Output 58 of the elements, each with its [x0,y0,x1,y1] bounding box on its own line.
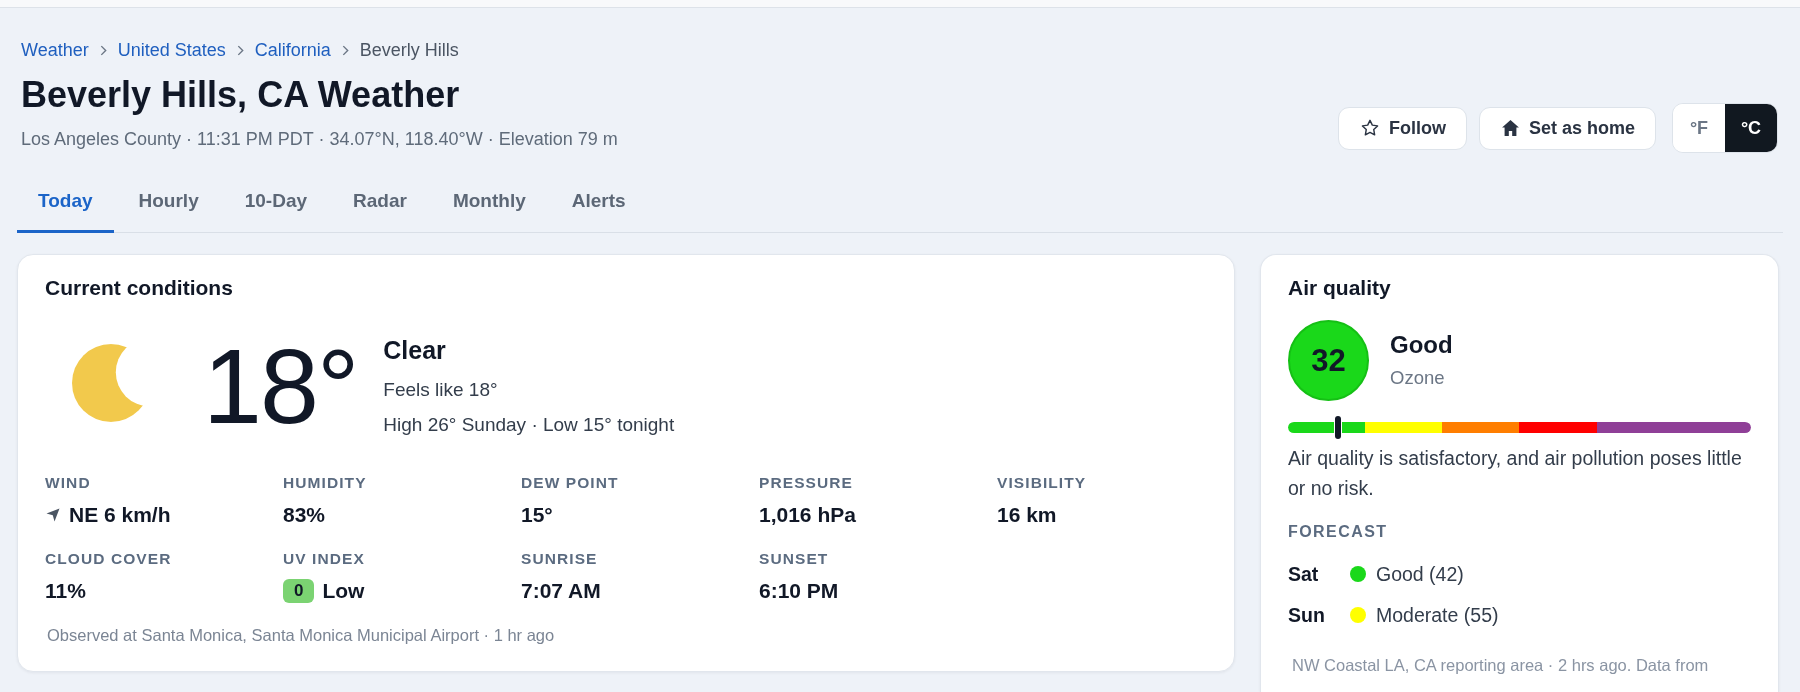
tab[interactable]: Today [17,177,114,233]
star-icon [1360,119,1379,137]
forecast-value: Good (42) [1376,562,1464,587]
set-home-button[interactable]: Set as home [1478,106,1656,150]
stat-value: 16 km [997,502,1057,528]
uv-level-badge: 0 [283,579,315,603]
feels-like-text: Feels like 18° [383,377,499,402]
high-low-text: High 26° Sunday · Low 15° tonight [383,412,675,437]
follow-button[interactable]: Follow [1337,106,1467,150]
chevron-right-icon [236,44,244,56]
condition-text: Clear [383,334,447,365]
tab[interactable]: Hourly [117,177,220,233]
stat-label: HUMIDITY [283,473,367,493]
tab[interactable]: Radar [332,177,428,233]
stat-label: CLOUD COVER [45,549,172,569]
aqi-score: 32 [1288,320,1369,401]
card-title: Current conditions [45,275,234,301]
tab[interactable]: Monthly [431,177,547,233]
aqi-description: Air quality is satisfactory, and air pollution poses little or no risk. [1288,446,1743,501]
breadcrumb-link[interactable]: Weather [21,38,89,62]
stat-value: 6:10 PM [759,578,839,604]
stat-value: NE 6 km/h [69,502,171,528]
stat-value: Low [322,578,365,604]
aqi-pollutant: Ozone [1390,366,1446,390]
breadcrumb-link[interactable]: United States [117,38,226,62]
observation-note: Observed at Santa Monica, Santa Monica Municipal Airport · 1 hr ago [46,625,555,646]
page-title: Beverly Hills, CA Weather [21,73,461,117]
house-icon [1501,120,1519,136]
temperature-reading: 18° [203,332,358,440]
aqi-category: Good [1390,331,1453,359]
moon-icon [72,344,146,422]
breadcrumb-current: Beverly Hills [359,39,459,62]
breadcrumb-link[interactable]: California [254,38,331,62]
stat-label: UV INDEX [283,549,365,569]
card-title: Air quality [1288,275,1392,301]
stat-label: SUNRISE [521,549,598,569]
forecast-day: Sun [1288,602,1350,628]
location-details: Los Angeles County · 11:31 PM PDT · 34.07°N, 118.40°W · Elevation 79 m [21,128,618,151]
forecast-heading: FORECAST [1288,522,1388,542]
stat-value: 83% [283,502,326,528]
unit-option[interactable]: °C [1725,104,1777,152]
stat-label: VISIBILITY [997,473,1087,493]
wind-direction-icon [46,508,60,522]
stat-value: 1,016 hPa [759,502,856,528]
chevron-right-icon [341,44,349,56]
stat-value: 11% [45,578,86,604]
tab[interactable]: 10-Day [223,177,329,233]
stat-value: 7:07 AM [521,578,601,604]
stat-label: DEW POINT [521,473,619,493]
tab[interactable]: Alerts [550,177,647,233]
stat-value: 15° [521,502,553,528]
chevron-right-icon [99,44,107,56]
aqi-source-note: NW Coastal LA, CA reporting area · 2 hrs ago. Data from [1291,655,1709,676]
stat-label: SUNSET [759,549,829,569]
stat-label: WIND [45,473,91,493]
stat-label: PRESSURE [759,473,853,493]
forecast-day: Sat [1288,561,1350,587]
forecast-value: Moderate (55) [1376,603,1499,628]
